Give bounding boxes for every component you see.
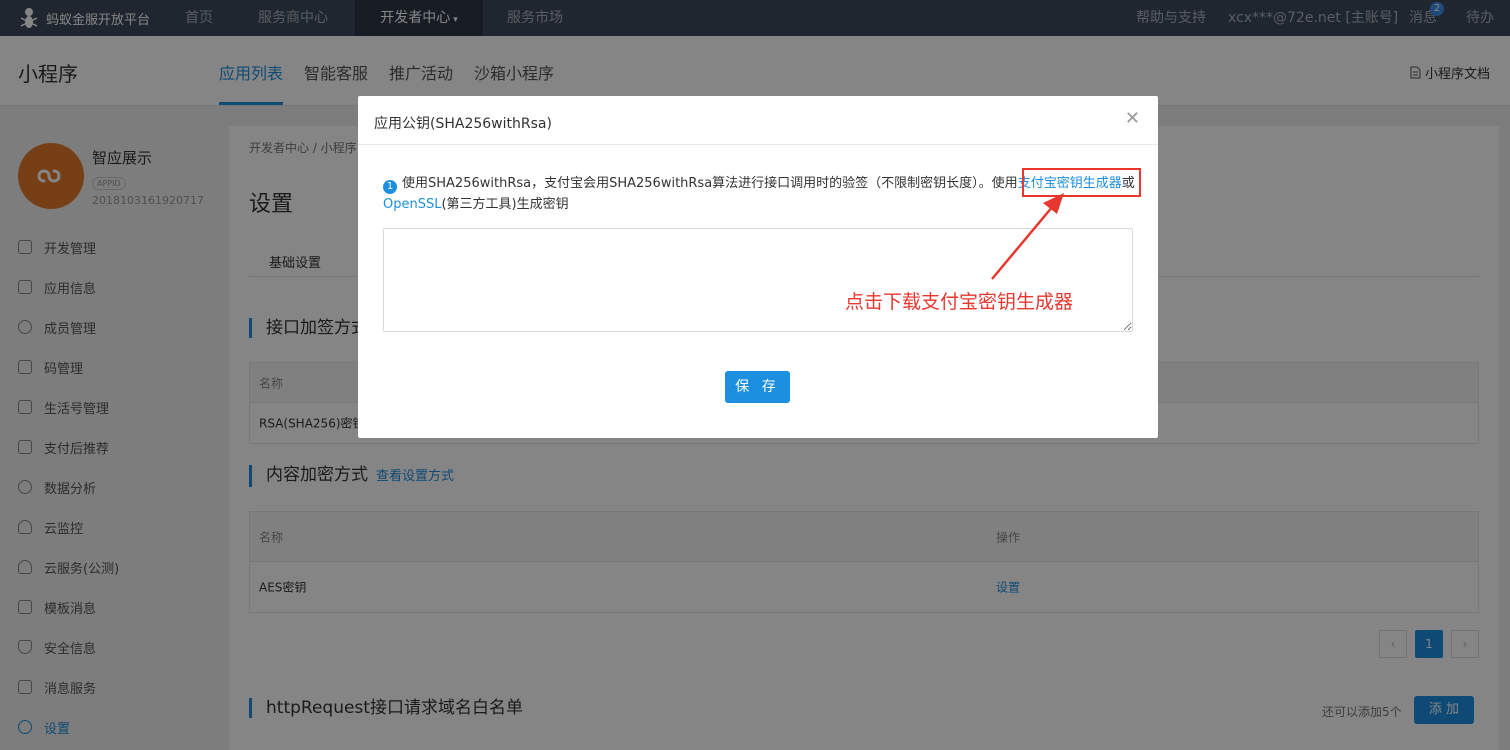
save-button[interactable]: 保 存 [725, 371, 790, 403]
info-text-main: 使用SHA256withRsa，支付宝会用SHA256withRsa算法进行接口… [402, 176, 1018, 191]
openssl-link[interactable]: OpenSSL [383, 197, 441, 212]
modal-title: 应用公钥(SHA256withRsa) [374, 116, 552, 132]
annotation-text: 点击下载支付宝密钥生成器 [845, 291, 1074, 313]
info-tail: (第三方工具)生成密钥 [441, 197, 569, 212]
public-key-modal: 应用公钥(SHA256withRsa) ✕ 1 使用SHA256withRsa，支… [358, 96, 1158, 438]
public-key-textarea[interactable] [383, 228, 1133, 332]
info-icon: 1 [383, 180, 397, 194]
close-icon[interactable]: ✕ [1125, 108, 1140, 129]
highlight-box [1022, 168, 1141, 197]
modal-header: 应用公钥(SHA256withRsa) ✕ [358, 96, 1158, 145]
